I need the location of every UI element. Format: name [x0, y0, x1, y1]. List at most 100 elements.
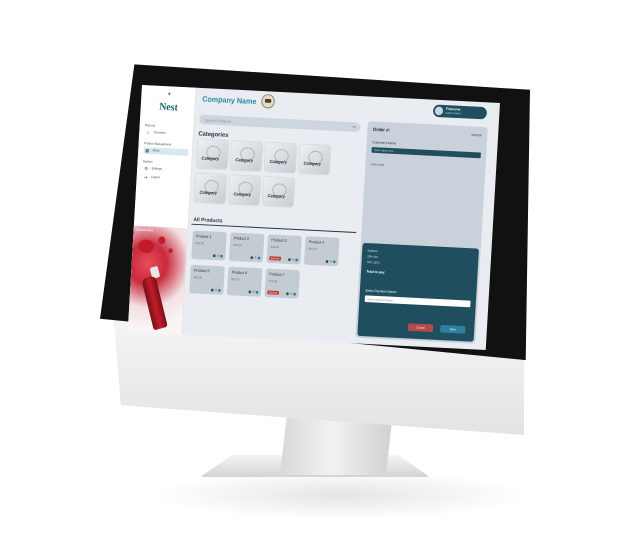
user-menu[interactable]: Firstname Cashier Admin	[432, 104, 488, 120]
sidebar-section-system: System	[142, 159, 153, 164]
plus-icon[interactable]	[293, 292, 297, 296]
grid-icon: ▦	[145, 148, 150, 154]
product-card[interactable]: Product 6 $10.00 0	[226, 266, 263, 297]
payment-option-select[interactable]: Select Payment Option	[364, 295, 471, 308]
product-name: Product 2	[233, 235, 250, 241]
plus-icon[interactable]	[332, 259, 336, 263]
monitor-mockup: ✦ Nest Reports ⌂ Overview Product Manage…	[0, 0, 622, 549]
sold-out-badge: Sold out	[269, 256, 281, 261]
cancel-button[interactable]: Cancel	[407, 323, 434, 333]
category-card[interactable]: Category	[264, 142, 297, 173]
sidebar-item-label: Logout	[150, 175, 160, 180]
product-card[interactable]: Product 2 $10.00 0	[228, 232, 265, 263]
user-role: Cashier Admin	[445, 111, 461, 116]
product-card[interactable]: Product 3 $10.00 Sold out 0	[266, 234, 303, 265]
product-price: $10.00	[193, 275, 203, 280]
sidebar-item-store[interactable]: ▦ Store	[143, 147, 189, 156]
categories-heading: Categories	[198, 130, 229, 139]
quantity-stepper: 0	[250, 255, 261, 260]
payment-option-label: Select Payment Option	[365, 288, 397, 295]
category-label: Category	[233, 191, 252, 198]
brand-logo[interactable]: ✦ Nest	[153, 91, 185, 115]
quantity-value: 0	[290, 291, 293, 296]
category-label: Category	[267, 193, 286, 199]
company-name: Company Name	[201, 94, 257, 106]
category-card[interactable]: Category	[228, 175, 261, 206]
ketchup-splash	[168, 248, 173, 254]
product-card[interactable]: Product 1 $10.00 0	[191, 230, 227, 261]
discount-label: 20% disc	[367, 254, 379, 259]
search-placeholder: Search Products	[204, 117, 232, 124]
plus-icon[interactable]	[257, 256, 261, 260]
arrow-right-icon[interactable]: →	[350, 122, 357, 132]
promo-label: Special Offers	[136, 227, 154, 233]
minus-icon[interactable]	[213, 253, 216, 257]
category-card[interactable]: Category	[298, 144, 331, 175]
avatar	[434, 106, 444, 116]
plus-icon[interactable]	[295, 258, 299, 261]
quantity-stepper: 0	[325, 259, 336, 264]
quantity-stepper: 0	[211, 288, 221, 292]
sidebar-item-settings[interactable]: ⚙ Settings	[142, 165, 187, 174]
ketchup-bottle	[141, 275, 168, 331]
monitor-shadow	[150, 470, 530, 520]
quantity-stepper: 0	[288, 257, 299, 262]
product-price: $10.00	[231, 277, 240, 282]
product-name: Product 6	[231, 269, 248, 276]
save-button[interactable]: Save	[440, 324, 466, 334]
product-name: Product 3	[271, 237, 287, 243]
customer-name-input[interactable]: Enter Name here	[371, 147, 481, 159]
product-name: Product 7	[269, 271, 285, 278]
product-name: Product 5	[193, 267, 210, 274]
product-price: $10.00	[270, 244, 280, 250]
minus-icon[interactable]	[211, 288, 215, 292]
category-label: Category	[199, 189, 218, 196]
minus-icon[interactable]	[248, 289, 252, 293]
pos-screen: ✦ Nest Reports ⌂ Overview Product Manage…	[127, 85, 500, 350]
gear-icon: ⚙	[144, 166, 149, 172]
promo-banner[interactable]: Special Offers	[127, 225, 188, 335]
product-card[interactable]: Product 5 $10.00 0	[189, 264, 225, 295]
category-card[interactable]: Category	[194, 173, 227, 204]
sidebar-item-label: Settings	[151, 166, 162, 171]
plus-icon[interactable]	[255, 290, 259, 294]
product-card[interactable]: Product 4 $10.00 0	[303, 236, 340, 267]
sidebar-item-overview[interactable]: ⌂ Overview	[144, 129, 189, 138]
sidebar-item-label: Store	[152, 148, 160, 153]
quantity-value: 0	[217, 253, 219, 258]
category-label: Category	[235, 157, 254, 163]
minus-icon[interactable]	[325, 259, 329, 263]
minus-icon[interactable]	[288, 257, 292, 261]
total-label: Total to pay:	[366, 269, 386, 275]
category-card[interactable]: Category	[262, 176, 295, 207]
sidebar-item-logout[interactable]: ⇥ Logout	[142, 174, 187, 183]
quantity-value: 0	[292, 257, 295, 262]
minus-icon[interactable]	[250, 255, 254, 259]
logout-icon: ⇥	[143, 174, 148, 180]
quantity-value: 0	[215, 287, 217, 292]
subtotal-label: Subtotal	[367, 248, 378, 254]
product-price: $10.00	[308, 246, 317, 251]
product-price: $10.00	[233, 242, 242, 248]
plus-icon[interactable]	[220, 254, 223, 258]
plus-icon[interactable]	[218, 288, 221, 292]
product-name: Product 1	[195, 233, 212, 240]
minus-icon[interactable]	[286, 291, 290, 295]
product-name: Product 4	[308, 239, 325, 245]
company-logo-icon	[260, 93, 276, 109]
category-card[interactable]: Category	[196, 139, 229, 170]
category-label: Category	[303, 160, 322, 167]
quantity-value: 0	[254, 255, 257, 260]
category-label: Category	[201, 155, 220, 162]
category-card[interactable]: Category	[230, 140, 263, 172]
ketchup-splash	[137, 239, 155, 254]
order-date-label: Order Date	[370, 162, 385, 167]
product-price: $10.00	[268, 279, 278, 284]
quantity-value: 0	[329, 259, 332, 264]
sidebar-item-label: Overview	[153, 130, 166, 135]
search-input[interactable]: Search Products →	[198, 114, 361, 133]
order-panel: Order #: 0000000 Customer's Name Enter N…	[355, 121, 488, 344]
sidebar-section-reports: Reports	[144, 123, 156, 128]
customer-name-placeholder: Enter Name here	[374, 148, 394, 154]
product-card[interactable]: Product 7 $10.00 Sold out 0	[264, 268, 301, 299]
